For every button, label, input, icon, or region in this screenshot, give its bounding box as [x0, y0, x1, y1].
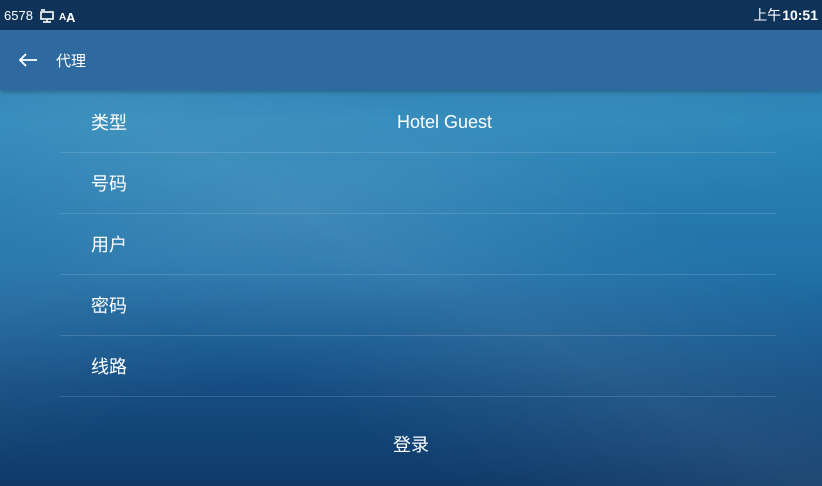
- back-arrow-icon: [18, 53, 37, 67]
- svg-text:A: A: [66, 10, 76, 23]
- clock: 上午 10:51: [753, 0, 818, 30]
- clock-time: 10:51: [782, 7, 818, 23]
- extension-number: 6578: [4, 7, 33, 23]
- field-label: 号码: [91, 174, 127, 195]
- network-icon: [39, 9, 54, 23]
- page-title: 代理: [56, 51, 87, 70]
- field-value: Hotel Guest: [397, 111, 493, 132]
- field-number[interactable]: 号码: [60, 153, 776, 214]
- field-user[interactable]: 用户: [60, 214, 776, 275]
- field-label: 用户: [91, 235, 127, 256]
- status-bar: 6578 A A 上午 10:51: [0, 0, 822, 30]
- title-bar: 代理: [0, 30, 822, 90]
- field-line[interactable]: 线路: [60, 336, 776, 397]
- settings-list: 类型 Hotel Guest 号码 用户 密码 线路: [60, 92, 776, 397]
- field-label: 线路: [91, 357, 127, 378]
- field-label: 类型: [91, 113, 127, 134]
- screen: 6578 A A 上午 10:51 代理 类型 Hotel Guest 号码 用…: [0, 0, 822, 486]
- field-type[interactable]: 类型 Hotel Guest: [60, 92, 776, 153]
- clock-ampm: 上午: [753, 7, 782, 23]
- field-label: 密码: [91, 296, 127, 317]
- back-button[interactable]: [16, 48, 40, 72]
- status-left: 6578 A A: [0, 7, 76, 26]
- field-password[interactable]: 密码: [60, 275, 776, 336]
- login-button[interactable]: 登录: [0, 402, 822, 486]
- font-size-icon: A A: [59, 9, 76, 25]
